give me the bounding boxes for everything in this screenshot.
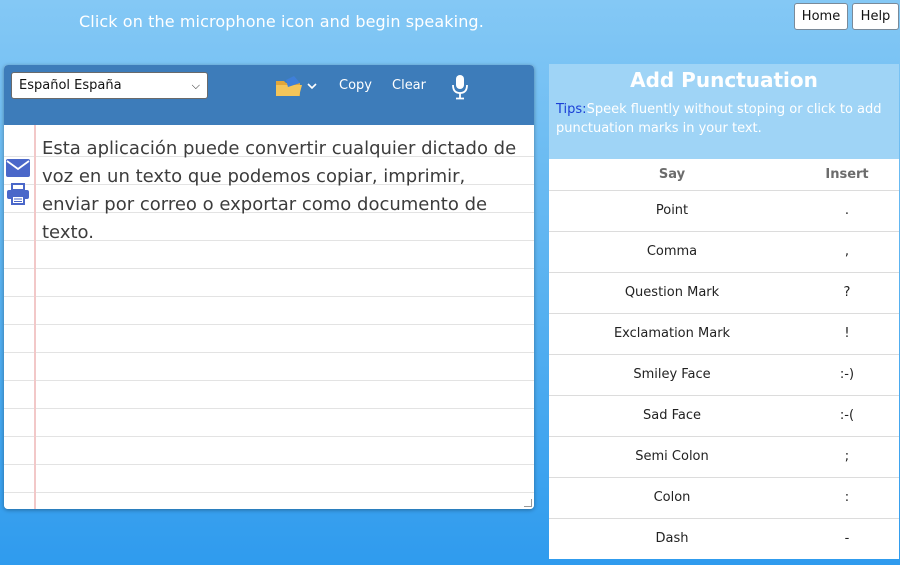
say-cell: Dash [549,517,795,559]
punctuation-panel-header: Add Punctuation Tips:Speek fluently with… [549,64,899,159]
clear-button[interactable]: Clear [392,78,426,93]
insert-cell: , [795,230,899,272]
table-row[interactable]: Exclamation Mark! [549,312,899,354]
insert-cell: . [795,189,899,231]
insert-cell: ! [795,312,899,354]
editor-toolbar: Español España ⌵ Copy Clear [4,65,534,125]
language-select[interactable]: Español España ⌵ [11,72,208,99]
insert-cell: - [795,517,899,559]
language-select-value: Español España [19,78,122,93]
microphone-button[interactable] [450,73,470,101]
chevron-down-icon: ⌵ [191,79,200,92]
insert-cell: :-) [795,353,899,395]
say-cell: Comma [549,230,795,272]
dictation-editor: Español España ⌵ Copy Clear Esta aplicac… [4,65,534,509]
insert-cell: : [795,476,899,518]
tips-label: Tips: [556,102,587,117]
email-icon[interactable] [6,158,30,180]
punctuation-table: Say Insert Point. Comma, Question Mark? … [549,159,899,559]
say-cell: Colon [549,476,795,518]
tips-body: Speek fluently without stoping or click … [556,102,882,136]
folder-icon [276,76,317,96]
home-button[interactable]: Home [794,3,848,30]
table-row[interactable]: Dash - [549,517,899,559]
say-cell: Semi Colon [549,435,795,477]
say-cell: Smiley Face [549,353,795,395]
punctuation-panel: Add Punctuation Tips:Speek fluently with… [549,64,899,559]
help-button[interactable]: Help [852,3,899,30]
say-cell: Sad Face [549,394,795,436]
dictation-text: Esta aplicación puede convertir cualquie… [42,138,517,243]
print-icon[interactable] [6,183,30,205]
insert-cell: :-( [795,394,899,436]
table-row[interactable]: Comma, [549,230,899,272]
column-header-say: Say [549,159,795,191]
instruction-text: Click on the microphone icon and begin s… [79,12,484,31]
table-row[interactable]: Smiley Face:-) [549,353,899,395]
say-cell: Point [549,189,795,231]
tips-text: Tips:Speek fluently without stoping or c… [556,100,892,138]
table-row[interactable]: Question Mark? [549,271,899,313]
microphone-icon [452,75,468,100]
table-row[interactable]: Colon: [549,476,899,518]
table-row[interactable]: Point. [549,189,899,231]
say-cell: Question Mark [549,271,795,313]
resize-handle[interactable] [524,499,532,507]
insert-cell: ; [795,435,899,477]
table-row[interactable]: Semi Colon; [549,435,899,477]
say-cell: Exclamation Mark [549,312,795,354]
export-folder-button[interactable] [274,75,320,99]
copy-button[interactable]: Copy [339,78,372,93]
table-row[interactable]: Sad Face:-( [549,394,899,436]
column-header-insert: Insert [795,159,899,191]
insert-cell: ? [795,271,899,313]
margin-line [34,125,36,509]
panel-title: Add Punctuation [630,68,818,92]
